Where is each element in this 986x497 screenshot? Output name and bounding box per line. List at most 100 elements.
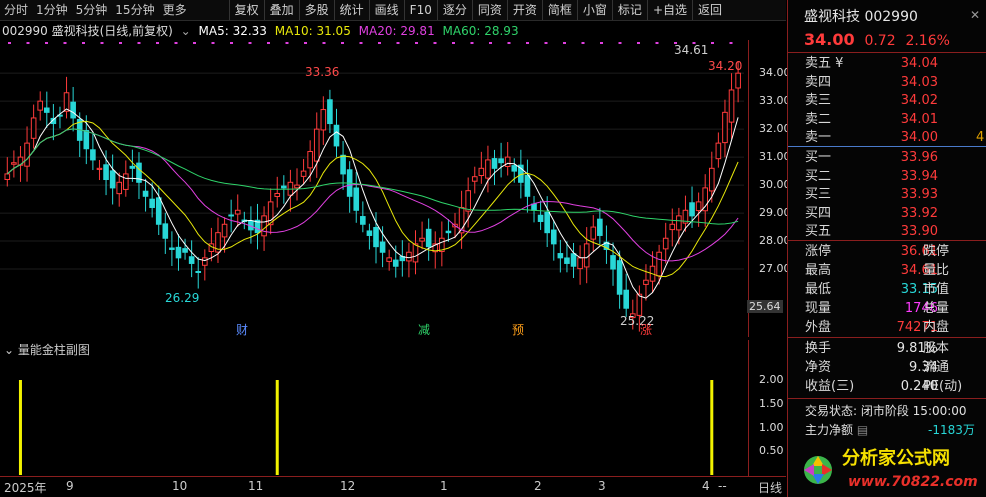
candle xyxy=(695,201,702,212)
price-axis: 34.00 33.00 32.00 31.00 30.00 29.00 28.00 27.00… xyxy=(747,40,791,337)
signal-dot xyxy=(267,42,270,44)
candle xyxy=(149,198,155,208)
draw-line-button[interactable]: 画线 xyxy=(368,0,404,20)
candle xyxy=(234,209,241,215)
price-change-pct: 2.16% xyxy=(905,33,950,49)
price-tick: 28.00 xyxy=(759,234,791,248)
chevron-down-icon[interactable]: ⌄ xyxy=(4,343,18,357)
signal-dot xyxy=(526,42,529,44)
signal-dot xyxy=(415,42,418,44)
stats-button[interactable]: 统计 xyxy=(333,0,369,20)
candle xyxy=(577,257,583,270)
divider xyxy=(788,240,986,241)
quote-value: 33.93 xyxy=(900,187,938,202)
candle xyxy=(221,223,228,238)
candle xyxy=(564,257,570,264)
quote-row: 涨停 36.61 跌停 xyxy=(788,242,986,261)
candle xyxy=(90,149,96,161)
signal-dot xyxy=(618,42,622,44)
candle xyxy=(202,257,208,266)
period-tab-1min[interactable]: 1分钟 xyxy=(32,0,72,20)
price-tick: 34.00 xyxy=(759,66,791,80)
quote-label-2: 内盘 xyxy=(923,320,950,335)
period-tab-more[interactable]: 更多 xyxy=(159,0,191,20)
back-button[interactable]: 返回 xyxy=(692,0,727,20)
table-icon[interactable]: ▤ xyxy=(857,423,868,437)
signal-dot xyxy=(433,42,437,44)
quote-value: 34.04 xyxy=(900,56,938,71)
quote-value: 34.00 xyxy=(900,130,938,145)
quote-label: 卖四 xyxy=(805,74,832,90)
price-tick: 29.00 xyxy=(759,206,791,220)
kaizi-button[interactable]: 开资 xyxy=(506,0,542,20)
candle xyxy=(109,170,116,189)
quote-panel: 盛视科技 002990 ✕ 34.00 0.72 2.16% 卖五 ¥ 34.04… xyxy=(787,0,986,497)
candle xyxy=(702,187,709,212)
volume-spike-chart[interactable] xyxy=(0,357,748,475)
candle xyxy=(445,230,452,234)
chevron-down-icon[interactable]: ⌄ xyxy=(181,24,191,38)
signal-dot xyxy=(211,42,215,44)
candle xyxy=(30,117,37,139)
period-tab-5min[interactable]: 5分钟 xyxy=(72,0,112,20)
quote-label: 买一 xyxy=(805,150,832,165)
quote-row: 卖四 34.03 xyxy=(788,73,986,92)
price-change: 0.72 xyxy=(864,33,896,49)
date-tick: 日线 xyxy=(758,481,783,495)
candle xyxy=(669,223,676,231)
date-tick: 2025年 xyxy=(4,481,47,495)
period-tab-fenshi[interactable]: 分时 xyxy=(0,0,32,20)
candle xyxy=(96,167,103,170)
signal-dot xyxy=(26,42,30,44)
quote-label: 卖一 xyxy=(805,130,832,145)
price-line: 34.00 0.72 2.16% xyxy=(804,30,950,49)
mark-button[interactable]: 标记 xyxy=(611,0,647,20)
sub-tick: 1.00 xyxy=(759,420,784,434)
small-window-button[interactable]: 小窗 xyxy=(576,0,612,20)
high-annotation: 33.36 xyxy=(305,65,339,79)
simple-frame-button[interactable]: 简框 xyxy=(541,0,577,20)
tongzi-button[interactable]: 同资 xyxy=(471,0,507,20)
signal-dot xyxy=(655,42,659,44)
candle xyxy=(708,167,715,192)
period-tab-15min[interactable]: 15分钟 xyxy=(111,0,158,20)
quote-row: 最低 33.15 市值 xyxy=(788,280,986,299)
stock-caption: 002990 盛视科技(日线,前复权) xyxy=(2,24,173,38)
add-watchlist-button[interactable]: +自选 xyxy=(646,0,692,20)
candle xyxy=(353,187,360,211)
multi-stock-button[interactable]: 多股 xyxy=(298,0,334,20)
overlay-button[interactable]: 叠加 xyxy=(263,0,299,20)
close-icon[interactable]: ✕ xyxy=(970,8,980,22)
quote-label: 买二 xyxy=(805,168,832,184)
date-tick: 1 xyxy=(440,479,448,493)
main-flow-row: 主力净额 ▤ xyxy=(805,421,868,438)
recent-annotation: 34.20 xyxy=(708,59,742,73)
candle xyxy=(24,142,30,167)
candle xyxy=(498,158,504,164)
candle xyxy=(70,101,76,119)
candle xyxy=(676,215,682,231)
quote-row: 买三 33.93 xyxy=(788,185,986,204)
sub-tick: 2.00 xyxy=(759,373,784,386)
minute-step-button[interactable]: 逐分 xyxy=(436,0,472,20)
candle xyxy=(722,111,728,144)
candlestick-chart[interactable]: 33.3626.2925.2234.6134.20财减预涨 xyxy=(0,40,748,337)
candle xyxy=(169,247,175,250)
quote-label: 卖三 xyxy=(805,93,832,108)
quote-row: 收益(三) 0.240 PE(动) xyxy=(788,377,986,396)
quote-row: 买五 33.90 xyxy=(788,222,986,241)
top-toolbar: 分时 1分钟 5分钟 15分钟 更多 复权 叠加 多股 统计 画线 F10 逐分… xyxy=(0,0,786,21)
candle xyxy=(406,251,412,262)
price-tick: 27.00 xyxy=(759,262,791,276)
signal-dot xyxy=(193,42,196,44)
candle xyxy=(373,226,379,248)
candle xyxy=(333,124,340,147)
candle xyxy=(188,256,195,264)
fuquan-button[interactable]: 复权 xyxy=(228,0,264,20)
candle xyxy=(103,164,109,181)
quote-label: 卖二 xyxy=(805,111,832,127)
candle xyxy=(294,184,300,189)
f10-button[interactable]: F10 xyxy=(403,0,437,20)
candle xyxy=(129,165,136,169)
candle xyxy=(313,128,320,162)
